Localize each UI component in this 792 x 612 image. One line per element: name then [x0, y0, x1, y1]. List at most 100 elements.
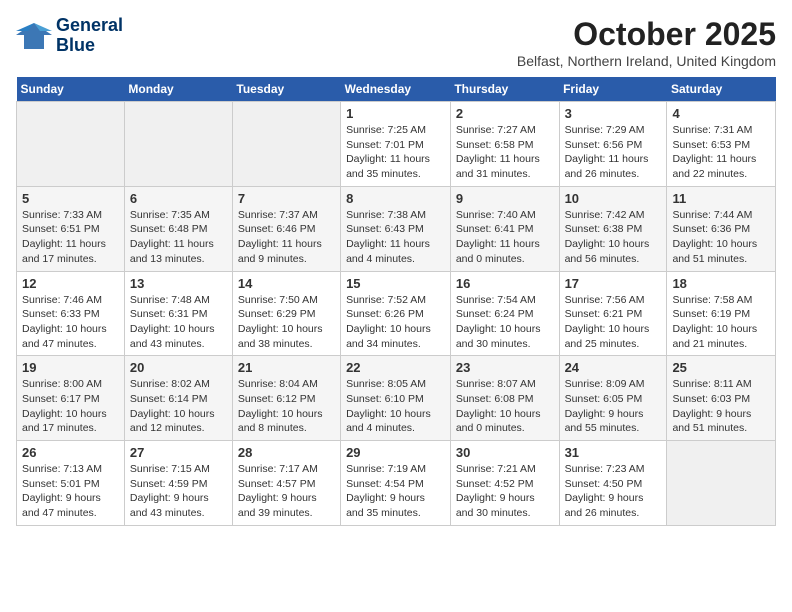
day-number: 5: [22, 191, 119, 206]
day-info: Sunrise: 7:21 AM Sunset: 4:52 PM Dayligh…: [456, 462, 554, 521]
day-info: Sunrise: 7:31 AM Sunset: 6:53 PM Dayligh…: [672, 123, 770, 182]
calendar-cell: 25 Sunrise: 8:11 AM Sunset: 6:03 PM Dayli…: [667, 356, 776, 441]
subtitle: Belfast, Northern Ireland, United Kingdo…: [517, 53, 776, 69]
day-number: 21: [238, 360, 335, 375]
day-info: Sunrise: 7:50 AM Sunset: 6:29 PM Dayligh…: [238, 293, 335, 352]
weekday-header: Saturday: [667, 77, 776, 102]
day-info: Sunrise: 7:58 AM Sunset: 6:19 PM Dayligh…: [672, 293, 770, 352]
day-number: 24: [565, 360, 662, 375]
day-number: 26: [22, 445, 119, 460]
logo-bird-icon: [16, 21, 52, 51]
day-info: Sunrise: 7:48 AM Sunset: 6:31 PM Dayligh…: [130, 293, 227, 352]
weekday-header: Tuesday: [232, 77, 340, 102]
day-info: Sunrise: 7:29 AM Sunset: 6:56 PM Dayligh…: [565, 123, 662, 182]
calendar-cell: 19 Sunrise: 8:00 AM Sunset: 6:17 PM Dayli…: [17, 356, 125, 441]
calendar-week-row: 19 Sunrise: 8:00 AM Sunset: 6:17 PM Dayli…: [17, 356, 776, 441]
day-info: Sunrise: 8:02 AM Sunset: 6:14 PM Dayligh…: [130, 377, 227, 436]
calendar-cell: 10Sunrise: 7:42 AM Sunset: 6:38 PM Dayli…: [559, 186, 667, 271]
day-number: 14: [238, 276, 335, 291]
logo: General Blue: [16, 16, 123, 56]
title-area: October 2025 Belfast, Northern Ireland, …: [517, 16, 776, 69]
logo-line2: Blue: [56, 36, 123, 56]
calendar-cell: 17 Sunrise: 7:56 AM Sunset: 6:21 PM Dayli…: [559, 271, 667, 356]
day-info: Sunrise: 7:46 AM Sunset: 6:33 PM Dayligh…: [22, 293, 119, 352]
day-info: Sunrise: 7:56 AM Sunset: 6:21 PM Dayligh…: [565, 293, 662, 352]
day-number: 25: [672, 360, 770, 375]
day-info: Sunrise: 7:23 AM Sunset: 4:50 PM Dayligh…: [565, 462, 662, 521]
day-number: 7: [238, 191, 335, 206]
calendar-cell: 4 Sunrise: 7:31 AM Sunset: 6:53 PM Daylig…: [667, 102, 776, 187]
calendar-cell: 23 Sunrise: 8:07 AM Sunset: 6:08 PM Dayli…: [450, 356, 559, 441]
day-info: Sunrise: 7:42 AM Sunset: 6:38 PM Dayligh…: [565, 208, 662, 267]
day-number: 3: [565, 106, 662, 121]
header: General Blue October 2025 Belfast, North…: [16, 16, 776, 69]
logo-line1: General: [56, 16, 123, 36]
day-number: 22: [346, 360, 445, 375]
calendar-week-row: 12 Sunrise: 7:46 AM Sunset: 6:33 PM Dayli…: [17, 271, 776, 356]
day-info: Sunrise: 7:33 AM Sunset: 6:51 PM Dayligh…: [22, 208, 119, 267]
day-info: Sunrise: 8:07 AM Sunset: 6:08 PM Dayligh…: [456, 377, 554, 436]
calendar-cell: 31 Sunrise: 7:23 AM Sunset: 4:50 PM Dayli…: [559, 441, 667, 526]
calendar-cell: 6 Sunrise: 7:35 AM Sunset: 6:48 PM Daylig…: [124, 186, 232, 271]
day-info: Sunrise: 7:19 AM Sunset: 4:54 PM Dayligh…: [346, 462, 445, 521]
calendar-cell: 3 Sunrise: 7:29 AM Sunset: 6:56 PM Daylig…: [559, 102, 667, 187]
calendar-cell: 7 Sunrise: 7:37 AM Sunset: 6:46 PM Daylig…: [232, 186, 340, 271]
day-number: 28: [238, 445, 335, 460]
day-info: Sunrise: 7:35 AM Sunset: 6:48 PM Dayligh…: [130, 208, 227, 267]
day-number: 11: [672, 191, 770, 206]
day-number: 12: [22, 276, 119, 291]
calendar-cell: 15 Sunrise: 7:52 AM Sunset: 6:26 PM Dayli…: [341, 271, 451, 356]
day-info: Sunrise: 8:00 AM Sunset: 6:17 PM Dayligh…: [22, 377, 119, 436]
calendar-cell: 12 Sunrise: 7:46 AM Sunset: 6:33 PM Dayli…: [17, 271, 125, 356]
day-number: 19: [22, 360, 119, 375]
day-info: Sunrise: 7:37 AM Sunset: 6:46 PM Dayligh…: [238, 208, 335, 267]
logo-text: General Blue: [56, 16, 123, 56]
calendar-cell: [232, 102, 340, 187]
calendar-cell: 14 Sunrise: 7:50 AM Sunset: 6:29 PM Dayli…: [232, 271, 340, 356]
day-number: 6: [130, 191, 227, 206]
day-info: Sunrise: 7:27 AM Sunset: 6:58 PM Dayligh…: [456, 123, 554, 182]
day-info: Sunrise: 7:40 AM Sunset: 6:41 PM Dayligh…: [456, 208, 554, 267]
calendar-cell: 27Sunrise: 7:15 AM Sunset: 4:59 PM Dayli…: [124, 441, 232, 526]
calendar-header: SundayMondayTuesdayWednesdayThursdayFrid…: [17, 77, 776, 102]
calendar-cell: 18 Sunrise: 7:58 AM Sunset: 6:19 PM Dayli…: [667, 271, 776, 356]
day-number: 23: [456, 360, 554, 375]
weekday-header: Wednesday: [341, 77, 451, 102]
calendar-cell: 9 Sunrise: 7:40 AM Sunset: 6:41 PM Daylig…: [450, 186, 559, 271]
day-number: 18: [672, 276, 770, 291]
day-number: 4: [672, 106, 770, 121]
day-number: 31: [565, 445, 662, 460]
day-number: 13: [130, 276, 227, 291]
calendar-cell: 5 Sunrise: 7:33 AM Sunset: 6:51 PM Daylig…: [17, 186, 125, 271]
day-number: 30: [456, 445, 554, 460]
day-info: Sunrise: 7:13 AM Sunset: 5:01 PM Dayligh…: [22, 462, 119, 521]
calendar-cell: 30 Sunrise: 7:21 AM Sunset: 4:52 PM Dayli…: [450, 441, 559, 526]
calendar-cell: 16 Sunrise: 7:54 AM Sunset: 6:24 PM Dayli…: [450, 271, 559, 356]
calendar-week-row: 26 Sunrise: 7:13 AM Sunset: 5:01 PM Dayli…: [17, 441, 776, 526]
day-number: 27: [130, 445, 227, 460]
day-number: 17: [565, 276, 662, 291]
day-info: Sunrise: 7:52 AM Sunset: 6:26 PM Dayligh…: [346, 293, 445, 352]
day-number: 16: [456, 276, 554, 291]
weekday-header: Sunday: [17, 77, 125, 102]
weekday-header: Thursday: [450, 77, 559, 102]
day-info: Sunrise: 7:54 AM Sunset: 6:24 PM Dayligh…: [456, 293, 554, 352]
calendar-cell: 1Sunrise: 7:25 AM Sunset: 7:01 PM Daylig…: [341, 102, 451, 187]
calendar-body: 1Sunrise: 7:25 AM Sunset: 7:01 PM Daylig…: [17, 102, 776, 526]
calendar-cell: 24Sunrise: 8:09 AM Sunset: 6:05 PM Dayli…: [559, 356, 667, 441]
calendar-cell: 20Sunrise: 8:02 AM Sunset: 6:14 PM Dayli…: [124, 356, 232, 441]
weekday-header: Friday: [559, 77, 667, 102]
calendar-week-row: 1Sunrise: 7:25 AM Sunset: 7:01 PM Daylig…: [17, 102, 776, 187]
day-number: 29: [346, 445, 445, 460]
day-info: Sunrise: 8:11 AM Sunset: 6:03 PM Dayligh…: [672, 377, 770, 436]
calendar-cell: 21 Sunrise: 8:04 AM Sunset: 6:12 PM Dayli…: [232, 356, 340, 441]
day-info: Sunrise: 8:04 AM Sunset: 6:12 PM Dayligh…: [238, 377, 335, 436]
day-number: 15: [346, 276, 445, 291]
day-number: 9: [456, 191, 554, 206]
weekday-row: SundayMondayTuesdayWednesdayThursdayFrid…: [17, 77, 776, 102]
calendar-cell: 22 Sunrise: 8:05 AM Sunset: 6:10 PM Dayli…: [341, 356, 451, 441]
day-info: Sunrise: 8:05 AM Sunset: 6:10 PM Dayligh…: [346, 377, 445, 436]
day-number: 1: [346, 106, 445, 121]
day-info: Sunrise: 7:17 AM Sunset: 4:57 PM Dayligh…: [238, 462, 335, 521]
calendar-cell: 2Sunrise: 7:27 AM Sunset: 6:58 PM Daylig…: [450, 102, 559, 187]
